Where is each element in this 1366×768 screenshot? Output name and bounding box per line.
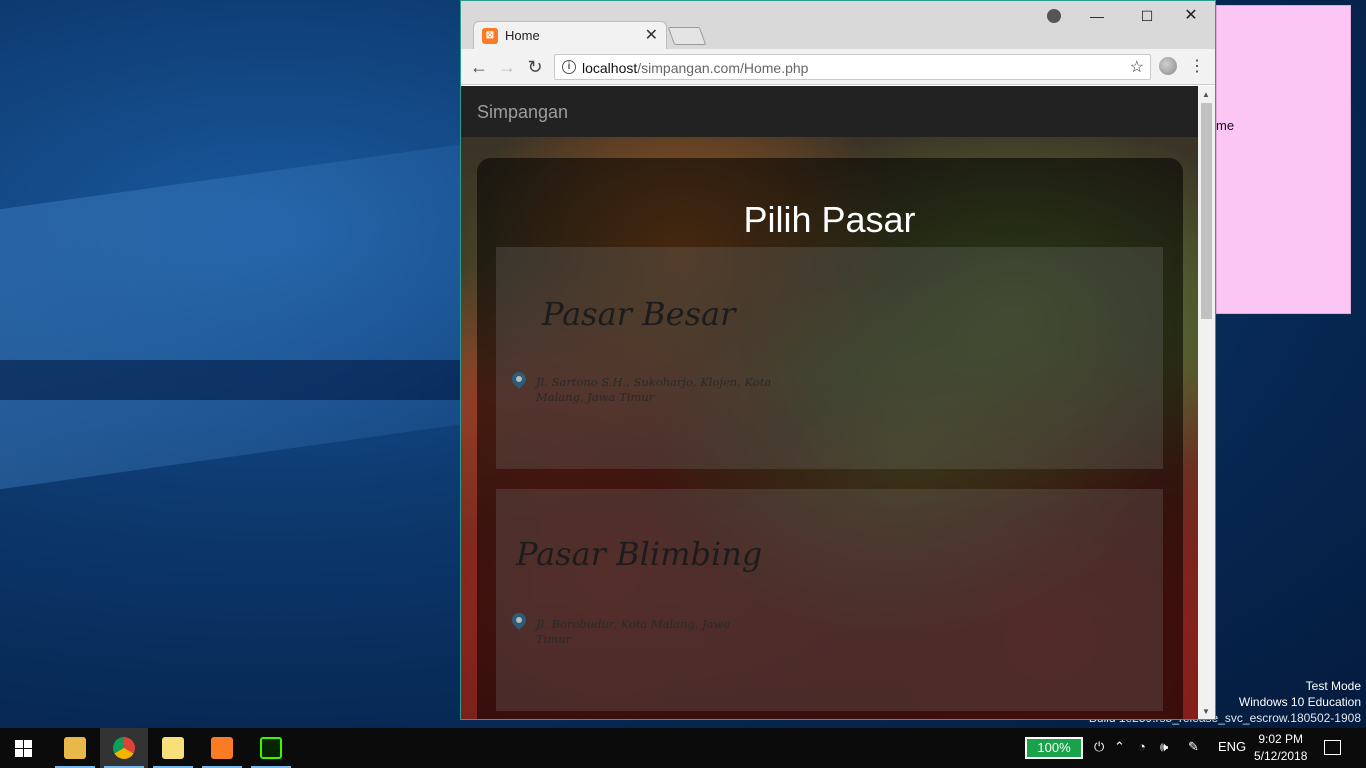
minimize-button[interactable]: —: [1075, 5, 1119, 27]
dreamweaver-icon[interactable]: [247, 728, 295, 768]
web-page: Simpangan Pilih Pasar Pasar Besar Jl. Sa…: [461, 86, 1198, 719]
page-title: Pilih Pasar: [743, 199, 916, 240]
file-explorer-icon[interactable]: [51, 728, 99, 768]
page-scrollbar[interactable]: ▲ ▼: [1198, 86, 1215, 719]
maximize-button[interactable]: ☐: [1125, 5, 1169, 27]
tab-home[interactable]: ⊠ Home ✕: [473, 21, 667, 49]
market-card[interactable]: Pasar Blimbing Jl. Borobudur, Kota Malan…: [496, 489, 1163, 711]
xampp-favicon-icon: ⊠: [482, 28, 498, 44]
menu-dots-icon[interactable]: ⋮: [1189, 55, 1205, 79]
tab-title: Home: [505, 28, 540, 43]
tab-close-icon[interactable]: ✕: [645, 25, 658, 45]
chrome-icon[interactable]: [100, 728, 148, 768]
windows-start-icon[interactable]: [15, 740, 32, 757]
site-navbar: Simpangan: [461, 86, 1198, 137]
market-background-image: Pilih Pasar Pasar Besar Jl. Sartono S.H.…: [461, 137, 1198, 719]
market-name: Pasar Besar: [542, 295, 736, 333]
watermark-edition: Windows 10 Education: [1238, 695, 1361, 709]
xampp-icon[interactable]: [198, 728, 246, 768]
clock-date: 5/12/2018: [1254, 749, 1308, 763]
market-address: Jl. Borobudur, Kota Malang, Jawa Timur: [536, 617, 731, 646]
sticky-note[interactable]: [1216, 5, 1351, 314]
clock-time: 9:02 PM: [1258, 732, 1304, 746]
watermark-test-mode: Test Mode: [1305, 679, 1361, 693]
bookmark-star-icon[interactable]: ☆: [1130, 57, 1144, 77]
battery-indicator[interactable]: 100%: [1025, 737, 1083, 759]
map-pin-icon: [509, 610, 529, 630]
language-indicator[interactable]: ENG: [1218, 739, 1246, 754]
sticky-notes-icon[interactable]: [149, 728, 197, 768]
url-text[interactable]: localhost/simpangan.com/Home.php: [582, 60, 808, 76]
extension-icon[interactable]: [1159, 57, 1177, 75]
new-tab-button[interactable]: [667, 27, 707, 45]
site-brand[interactable]: Simpangan: [477, 102, 568, 123]
browser-toolbar: ← → ↻ i localhost/simpangan.com/Home.php…: [461, 49, 1215, 85]
market-card[interactable]: Pasar Besar Jl. Sartono S.H., Sukoharjo,…: [496, 247, 1163, 469]
back-arrow-icon[interactable]: ←: [467, 55, 491, 79]
close-button[interactable]: ✕: [1169, 5, 1213, 27]
action-center-icon[interactable]: [1324, 740, 1341, 755]
scroll-down-arrow-icon[interactable]: ▼: [1202, 707, 1210, 716]
scroll-thumb[interactable]: [1201, 103, 1212, 319]
map-pin-icon: [509, 369, 529, 389]
forward-arrow-icon[interactable]: →: [495, 55, 519, 79]
market-name: Pasar Blimbing: [516, 535, 763, 573]
scroll-up-arrow-icon[interactable]: ▲: [1202, 90, 1210, 99]
sticky-note-text: me: [1216, 118, 1235, 133]
market-address: Jl. Sartono S.H., Sukoharjo, Klojen, Kot…: [536, 375, 772, 404]
browser-window: ⊠ Home ✕ — ☐ ✕ ← → ↻ i localhost/simpang…: [460, 0, 1216, 720]
clock[interactable]: 9:02 PM 5/12/2018: [1254, 731, 1307, 765]
profile-icon[interactable]: [1047, 9, 1061, 23]
chevron-up-icon[interactable]: ⌃: [1114, 739, 1125, 755]
taskbar: 100% ⏻ ⌃ ◔ 🕪 ✎ ENG 9:02 PM 5/12/2018: [0, 728, 1366, 768]
address-bar[interactable]: i localhost/simpangan.com/Home.php ☆: [554, 54, 1151, 80]
browser-titlebar[interactable]: ⊠ Home ✕ — ☐ ✕: [461, 1, 1215, 49]
volume-icon[interactable]: 🕪: [1160, 739, 1168, 755]
pen-icon[interactable]: ✎: [1188, 739, 1199, 755]
power-plug-icon[interactable]: ⏻: [1094, 739, 1104, 755]
reload-icon[interactable]: ↻: [523, 55, 547, 79]
wifi-icon[interactable]: ◔: [1138, 739, 1146, 754]
info-icon[interactable]: i: [562, 60, 576, 74]
